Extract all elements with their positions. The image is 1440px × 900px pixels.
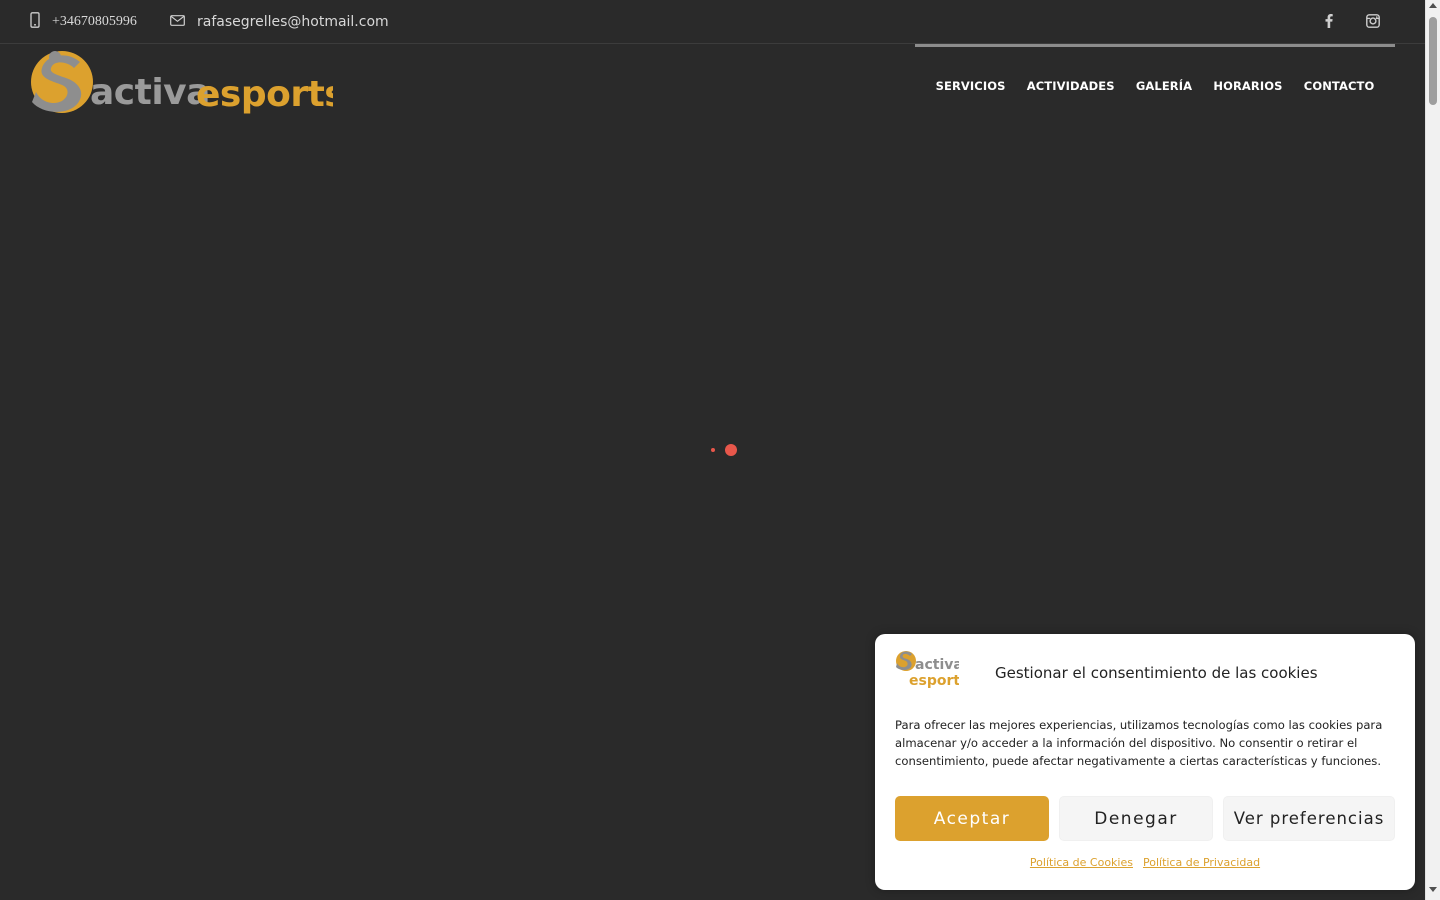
view-preferences-button[interactable]: Ver preferencias (1223, 796, 1395, 841)
nav-galeria[interactable]: GALERÍA (1136, 79, 1192, 93)
cookie-policy-link[interactable]: Política de Cookies (1030, 856, 1133, 869)
contact-phone[interactable]: +34670805996 (30, 11, 137, 33)
privacy-policy-link[interactable]: Política de Privacidad (1143, 856, 1260, 869)
main-nav: SERVICIOS ACTIVIDADES GALERÍA HORARIOS C… (915, 76, 1395, 96)
page-scrollbar[interactable] (1425, 0, 1440, 900)
nav-active-indicator (915, 44, 1395, 47)
site-logo[interactable]: activa esports (28, 48, 346, 122)
scroll-up-arrow-icon[interactable] (1429, 3, 1437, 8)
accept-cookies-button[interactable]: Aceptar (895, 796, 1049, 841)
facebook-icon[interactable] (1320, 12, 1338, 30)
top-bar: +34670805996 rafasegrelles@hotmail.com (0, 0, 1425, 44)
envelope-icon (170, 14, 185, 30)
cookie-logo-word-esports: esports (909, 673, 959, 689)
cookie-banner-text: Para ofrecer las mejores experiencias, u… (895, 718, 1383, 768)
nav-contacto[interactable]: CONTACTO (1304, 79, 1375, 93)
nav-actividades[interactable]: ACTIVIDADES (1027, 79, 1115, 93)
cookie-policy-links: Política de Cookies Política de Privacid… (875, 856, 1415, 869)
nav-horarios[interactable]: HORARIOS (1213, 79, 1282, 93)
nav-servicios[interactable]: SERVICIOS (936, 79, 1006, 93)
cookie-logo-word-activa: activa (915, 657, 959, 673)
loader-dot-large (725, 444, 737, 456)
contact-email[interactable]: rafasegrelles@hotmail.com (170, 12, 389, 32)
cookie-consent-banner: activa esports Gestionar el consentimien… (875, 634, 1415, 890)
phone-number: +34670805996 (52, 14, 137, 29)
logo-word-activa: activa (90, 72, 210, 113)
deny-cookies-button[interactable]: Denegar (1059, 796, 1213, 841)
scroll-down-arrow-icon[interactable] (1429, 887, 1437, 892)
scroll-thumb[interactable] (1429, 17, 1437, 105)
loader-dot-small (711, 448, 715, 452)
instagram-icon[interactable] (1364, 12, 1382, 30)
cookie-banner-title: Gestionar el consentimiento de las cooki… (995, 664, 1318, 682)
cookie-banner-logo: activa esports (895, 648, 968, 690)
email-address: rafasegrelles@hotmail.com (197, 14, 389, 30)
mobile-phone-icon (30, 11, 40, 33)
logo-word-esports: esports (196, 74, 333, 115)
